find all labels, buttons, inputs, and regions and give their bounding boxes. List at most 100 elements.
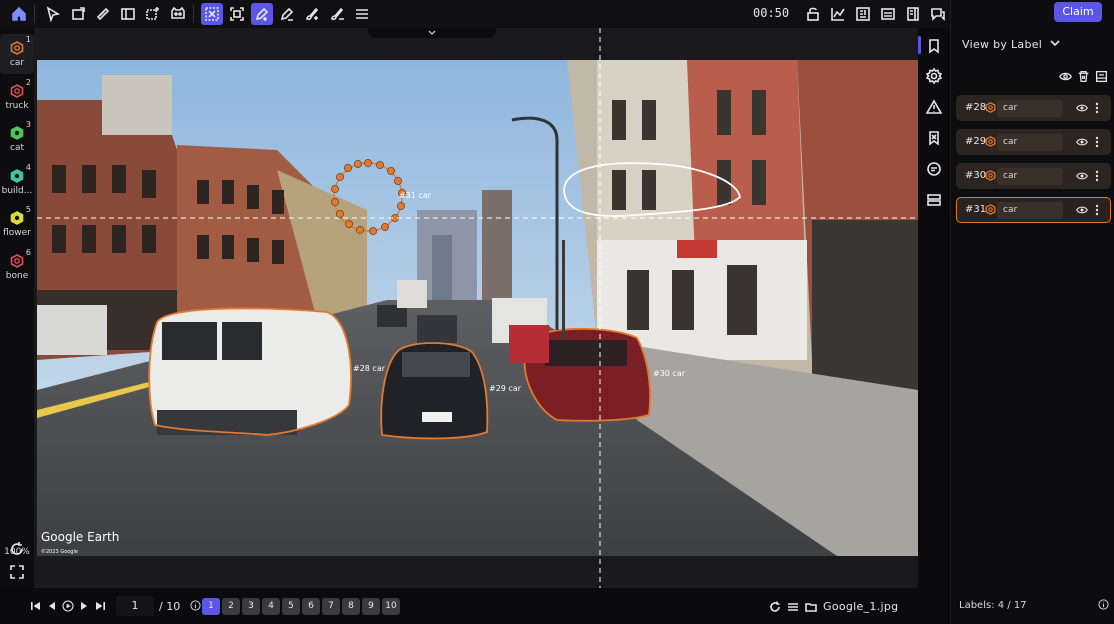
list-icon[interactable] <box>787 601 799 613</box>
annotation-canvas[interactable]: #31 car #28 car #29 car #30 car Google E… <box>34 28 918 588</box>
class-item-car[interactable]: 1 car <box>0 34 34 74</box>
panel-icon[interactable] <box>117 3 139 25</box>
view-by-dropdown[interactable]: View by Label <box>962 38 1042 51</box>
file-info: Google_1.jpg <box>769 600 898 613</box>
collapse-tab[interactable] <box>368 28 496 38</box>
page-chip-1[interactable]: 1 <box>202 598 220 615</box>
divider <box>193 5 194 23</box>
eye-icon[interactable] <box>1076 170 1088 182</box>
chart-icon[interactable] <box>827 3 849 25</box>
page-chip-3[interactable]: 3 <box>242 598 260 615</box>
info-icon[interactable] <box>1098 599 1109 610</box>
reset-view-icon[interactable] <box>9 541 25 557</box>
class-item-bone[interactable]: 6 bone <box>0 247 34 287</box>
divider <box>34 5 35 23</box>
play-icon[interactable] <box>62 600 74 612</box>
comments-icon[interactable] <box>927 3 949 25</box>
eye-icon[interactable] <box>1076 102 1088 114</box>
class-color-icon <box>10 211 24 225</box>
warning-icon[interactable] <box>925 99 943 115</box>
label-row-selected[interactable]: #31 car <box>956 197 1111 223</box>
more-vertical-icon[interactable] <box>1094 170 1100 182</box>
bookmark-remove-icon[interactable] <box>926 130 942 146</box>
trash-icon[interactable] <box>1077 70 1090 83</box>
page-total: / 10 <box>159 600 181 613</box>
class-item-building[interactable]: 4 build... <box>0 162 34 202</box>
next-frame-icon[interactable] <box>78 600 90 612</box>
label-id: #30 <box>965 170 987 181</box>
street-image[interactable]: #31 car #28 car #29 car #30 car Google E… <box>37 60 918 556</box>
page-chip-8[interactable]: 8 <box>342 598 360 615</box>
file-name: Google_1.jpg <box>823 600 899 613</box>
class-color-icon <box>10 84 24 98</box>
eye-icon[interactable] <box>1059 70 1072 83</box>
class-name: car <box>9 58 25 68</box>
eye-icon[interactable] <box>1076 136 1088 148</box>
label-row[interactable]: #30 car <box>956 163 1111 189</box>
page-input[interactable]: 1 <box>116 596 154 616</box>
parked-van-left <box>37 305 107 355</box>
class-color-icon <box>985 204 996 215</box>
label-row[interactable]: #29 car <box>956 129 1111 155</box>
bookmark-icon[interactable] <box>926 38 942 54</box>
class-color-icon <box>10 169 24 183</box>
pen-minus-icon[interactable] <box>276 3 298 25</box>
smart-select-icon[interactable] <box>201 3 223 25</box>
menu-icon[interactable] <box>351 3 373 25</box>
page-chip-9[interactable]: 9 <box>362 598 380 615</box>
red-sign <box>677 240 717 258</box>
more-vertical-icon[interactable] <box>1094 204 1100 216</box>
more-vertical-icon[interactable] <box>1094 136 1100 148</box>
distant-car <box>417 315 457 343</box>
sidebar-toggle-icon[interactable] <box>902 3 924 25</box>
settings-icon[interactable] <box>925 67 943 85</box>
label-id: #28 <box>965 102 987 113</box>
label-class-name: car <box>1003 103 1018 113</box>
add-box-icon[interactable] <box>142 3 164 25</box>
class-sidebar: 1 car 2 truck 3 cat 4 build... 5 flower … <box>0 28 34 588</box>
fullscreen-icon[interactable] <box>9 564 25 580</box>
previous-frame-icon[interactable] <box>46 600 58 612</box>
page-chip-6[interactable]: 6 <box>302 598 320 615</box>
class-color-icon <box>985 170 996 181</box>
building-left-tall <box>102 75 172 135</box>
last-frame-icon[interactable] <box>94 600 106 612</box>
brush-plus-icon[interactable] <box>301 3 323 25</box>
lock-icon[interactable] <box>802 3 824 25</box>
page-chip-5[interactable]: 5 <box>282 598 300 615</box>
chevron-down-icon[interactable] <box>1049 37 1061 49</box>
image-panel-icon[interactable] <box>1095 70 1108 83</box>
folder-icon[interactable] <box>805 601 817 613</box>
rectangle-icon[interactable] <box>67 3 89 25</box>
class-shortcut: 1 <box>25 35 31 44</box>
class-item-cat[interactable]: 3 cat <box>0 119 34 159</box>
label-row[interactable]: #28 car <box>956 95 1111 121</box>
label-class-name: car <box>1003 137 1018 147</box>
comment-icon[interactable] <box>926 161 942 177</box>
pen-plus-icon[interactable] <box>251 3 273 25</box>
info-icon[interactable] <box>190 600 201 611</box>
page-chip-10[interactable]: 10 <box>382 598 400 615</box>
first-frame-icon[interactable] <box>30 600 42 612</box>
page-chip-7[interactable]: 7 <box>322 598 340 615</box>
cat-face-icon[interactable] <box>167 3 189 25</box>
refresh-icon[interactable] <box>769 601 781 613</box>
class-color-icon <box>10 41 24 55</box>
storage-icon[interactable] <box>926 192 942 208</box>
page-chip-2[interactable]: 2 <box>222 598 240 615</box>
storefront-right-dark <box>812 220 918 390</box>
document-icon[interactable] <box>852 3 874 25</box>
claim-button[interactable]: Claim <box>1054 2 1102 22</box>
class-name: truck <box>5 101 29 111</box>
pointer-icon[interactable] <box>42 3 64 25</box>
eye-icon[interactable] <box>1076 204 1088 216</box>
class-item-flower[interactable]: 5 flower <box>0 204 34 244</box>
class-item-truck[interactable]: 2 truck <box>0 77 34 117</box>
home-icon[interactable] <box>8 3 30 25</box>
more-vertical-icon[interactable] <box>1094 102 1100 114</box>
box-select-icon[interactable] <box>226 3 248 25</box>
brush-minus-icon[interactable] <box>326 3 348 25</box>
page-chip-4[interactable]: 4 <box>262 598 280 615</box>
subtitles-icon[interactable] <box>877 3 899 25</box>
ruler-icon[interactable] <box>92 3 114 25</box>
